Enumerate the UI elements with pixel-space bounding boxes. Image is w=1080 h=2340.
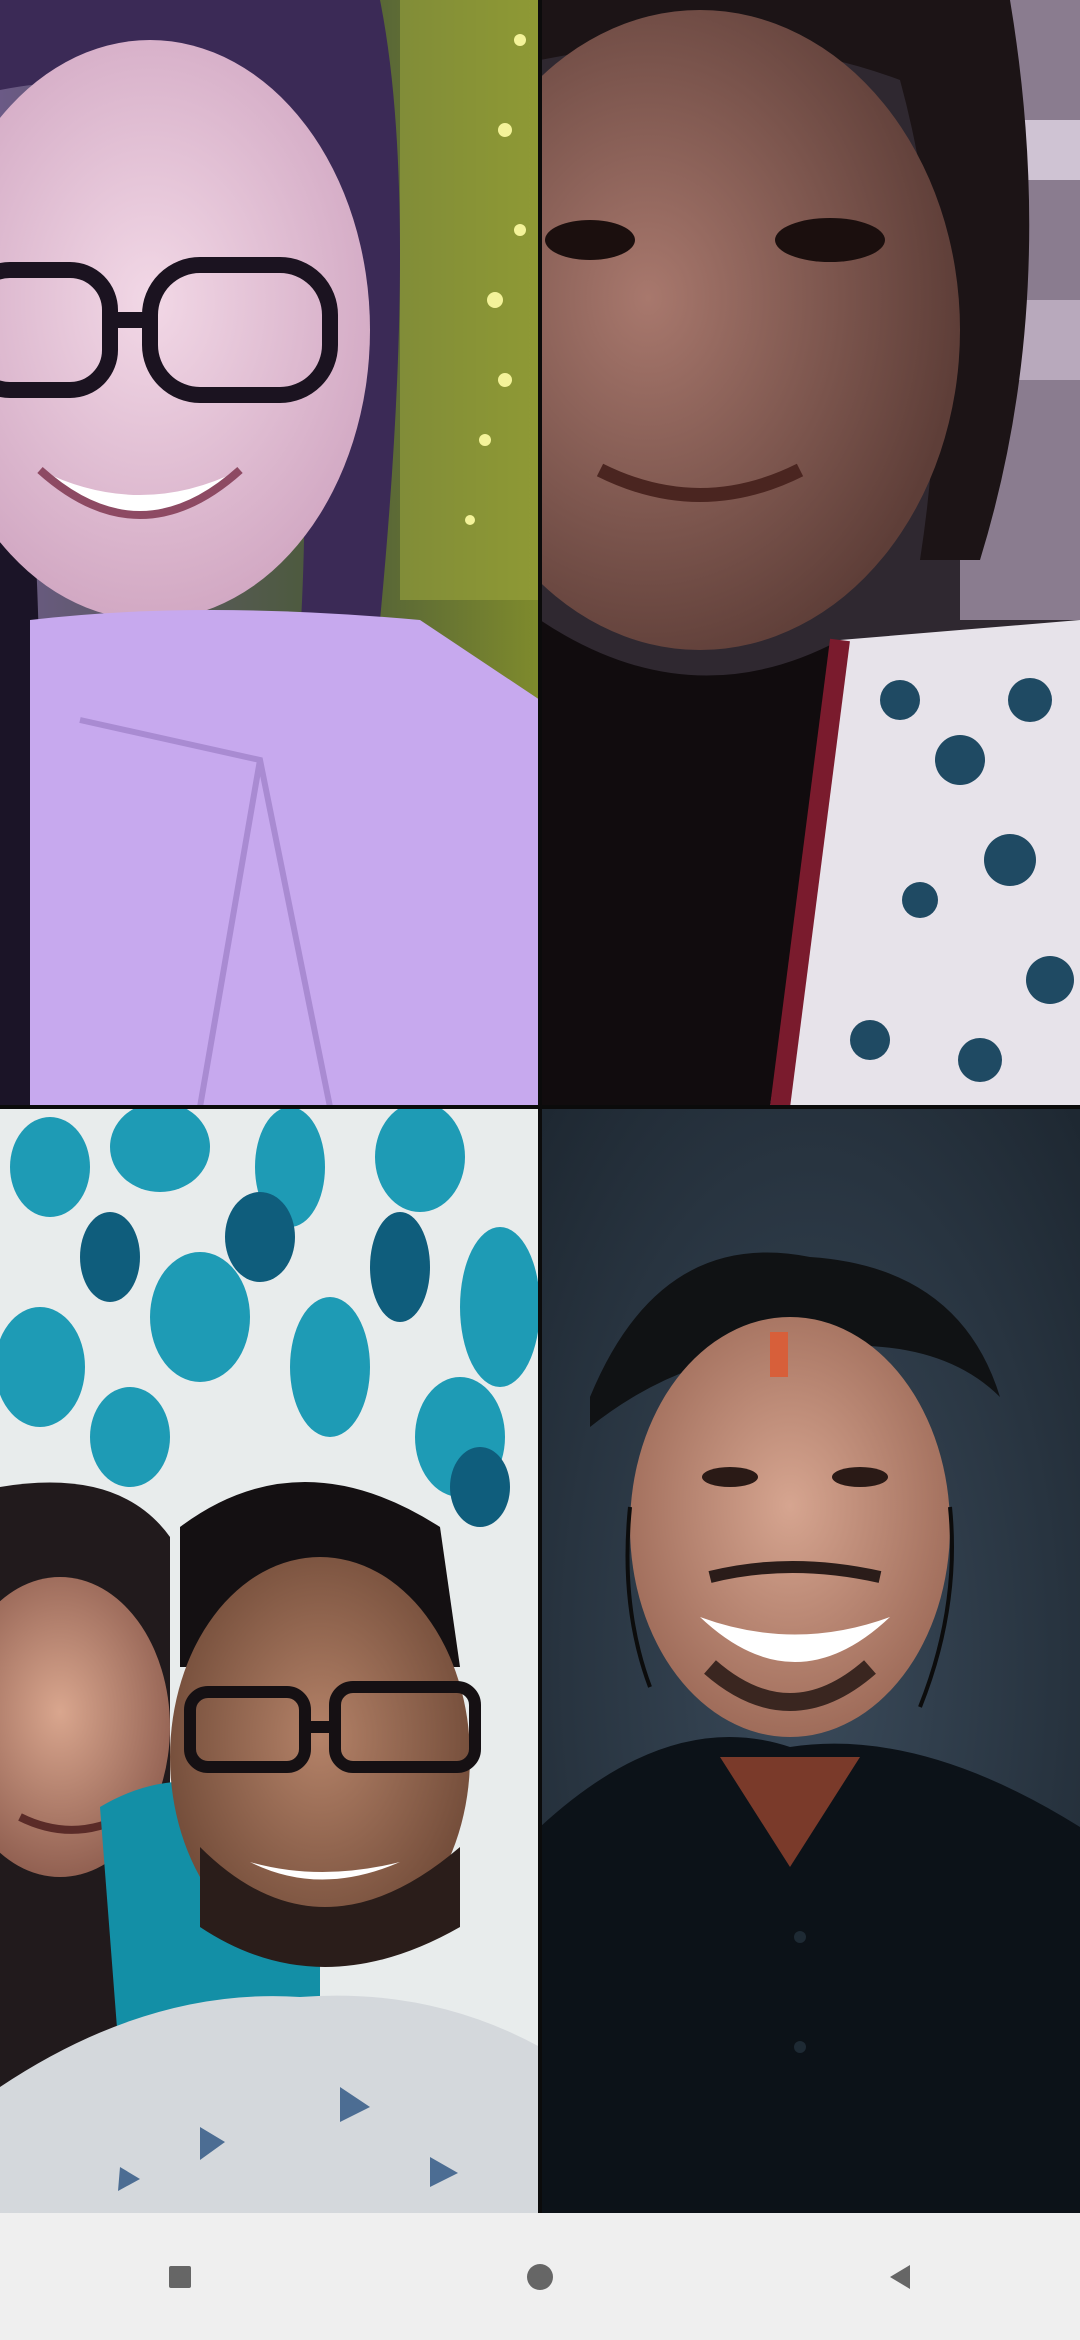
participant-video-4 bbox=[540, 1107, 1080, 2213]
participant-video-1 bbox=[0, 0, 540, 1107]
participant-tile-1[interactable] bbox=[0, 0, 540, 1107]
participant-tile-2[interactable] bbox=[540, 0, 1080, 1107]
home-button[interactable] bbox=[480, 2227, 600, 2327]
back-triangle-icon bbox=[890, 2264, 910, 2289]
participant-video-2 bbox=[540, 0, 1080, 1107]
square-icon bbox=[169, 2265, 191, 2288]
participant-video-3 bbox=[0, 1107, 540, 2213]
participant-tile-3[interactable] bbox=[0, 1107, 540, 2213]
participant-tile-4[interactable] bbox=[540, 1107, 1080, 2213]
back-button[interactable] bbox=[840, 2227, 960, 2327]
recent-apps-button[interactable] bbox=[120, 2227, 240, 2327]
grid-divider-horizontal bbox=[0, 1105, 1080, 1109]
android-navigation-bar bbox=[0, 2213, 1080, 2340]
circle-icon bbox=[527, 2263, 553, 2290]
